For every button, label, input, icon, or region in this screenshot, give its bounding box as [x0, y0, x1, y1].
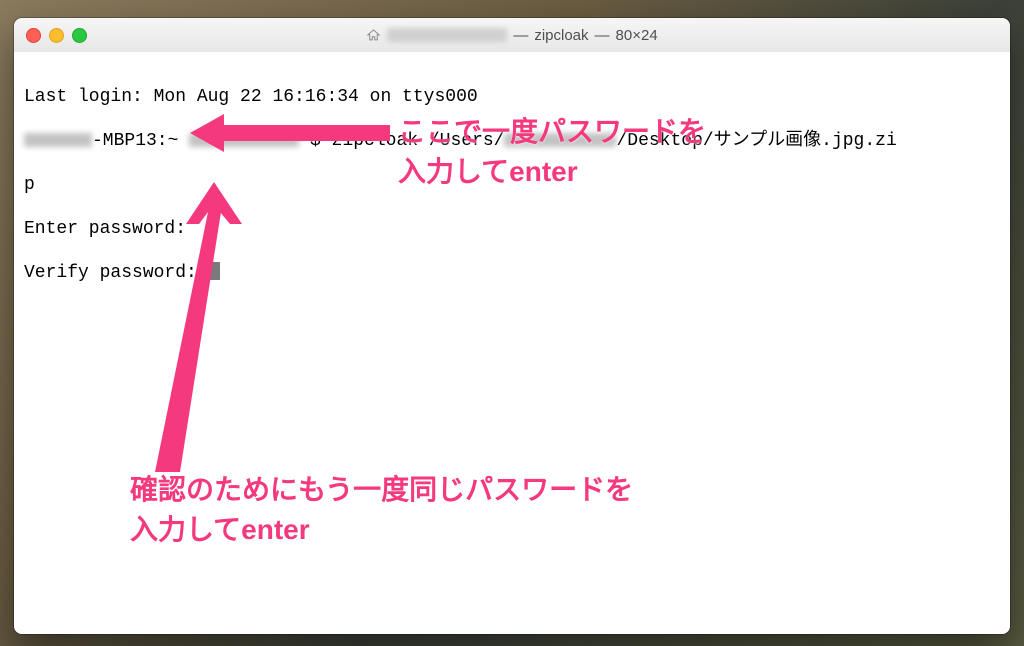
title-sep1: — — [513, 27, 528, 44]
home-icon — [366, 28, 381, 43]
verify-password-line: Verify password: — [24, 262, 1002, 284]
command-prefix: zipcloak /Users/ — [332, 131, 505, 151]
terminal-cursor — [210, 262, 220, 280]
prompt-line: -MBP13:~ $ zipcloak /Users/ /Desktop/サンプル… — [24, 130, 1002, 152]
title-size: 80×24 — [616, 27, 658, 44]
terminal-window: — zipcloak — 80×24 Last login: Mon Aug 2… — [14, 18, 1010, 634]
title-app: zipcloak — [534, 27, 588, 44]
minimize-button[interactable] — [49, 28, 64, 43]
command-suffix: /Desktop/サンプル画像.jpg.zi — [616, 131, 896, 151]
command-wrap: p — [24, 174, 1002, 196]
enter-password-line: Enter password: — [24, 218, 1002, 240]
redacted-user — [189, 133, 299, 147]
window-controls — [14, 28, 87, 43]
redacted-path — [504, 133, 616, 147]
last-login-line: Last login: Mon Aug 22 16:16:34 on ttys0… — [24, 86, 1002, 108]
window-title: — zipcloak — 80×24 — [14, 27, 1010, 44]
window-titlebar[interactable]: — zipcloak — 80×24 — [14, 18, 1010, 53]
prompt-symbol: $ — [310, 131, 332, 151]
redacted-host — [24, 133, 92, 147]
close-button[interactable] — [26, 28, 41, 43]
prompt-host: -MBP13:~ — [92, 131, 189, 151]
redacted-username — [387, 28, 507, 42]
zoom-button[interactable] — [72, 28, 87, 43]
terminal-content[interactable]: Last login: Mon Aug 22 16:16:34 on ttys0… — [14, 52, 1010, 634]
title-sep2: — — [595, 27, 610, 44]
